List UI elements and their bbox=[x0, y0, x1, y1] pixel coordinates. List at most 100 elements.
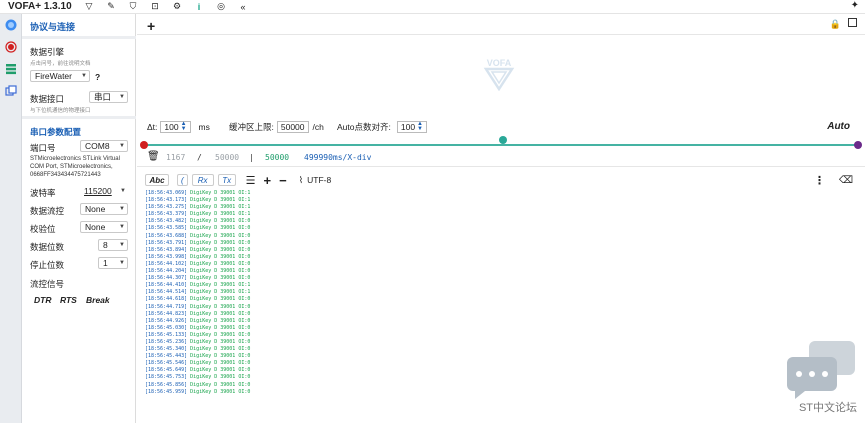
plot-area[interactable]: + 🔒 VOFA Δt: 100 ▲ ▼ ms 缓冲区上限: 50000 /ch A… bbox=[137, 14, 865, 134]
log-timestamp: [18:56:43.894] bbox=[145, 246, 188, 253]
log-line: [18:56:45.030] DigiKey D 39001 OI:0 bbox=[145, 325, 445, 332]
info-icon[interactable]: i bbox=[188, 0, 210, 14]
flow-select[interactable]: None ▼ bbox=[80, 203, 128, 215]
log-timestamp: [18:56:44.102] bbox=[145, 260, 188, 267]
log-line: [18:56:43.585] DigiKey D 39001 OI:0 bbox=[145, 225, 445, 232]
forum-watermark: ST中文论坛 bbox=[798, 402, 857, 414]
more-options-icon[interactable]: ⋮ bbox=[814, 174, 825, 187]
rx-button[interactable]: Rx bbox=[191, 174, 214, 186]
log-timestamp: [18:56:44.514] bbox=[145, 289, 188, 296]
lock-icon[interactable]: 🔒 bbox=[830, 19, 841, 30]
auto-align-input[interactable]: 100 ▲ ▼ bbox=[396, 121, 427, 133]
app-title: VOFA+ 1.3.10 bbox=[8, 1, 72, 12]
databits-select[interactable]: 8 ▼ bbox=[98, 239, 128, 251]
chevron-down-icon: ▼ bbox=[81, 73, 87, 79]
log-message: DigiKey D 39001 OI:0 bbox=[187, 253, 251, 260]
interface-select[interactable]: 串口 ▼ bbox=[89, 91, 128, 103]
baud-label: 波特率 bbox=[30, 188, 56, 198]
stat-xdiv: 499990ms/X-div bbox=[304, 153, 372, 162]
collapse-icon[interactable]: « bbox=[232, 0, 254, 14]
format-icon[interactable]: ☰ bbox=[246, 174, 256, 187]
log-line: [18:56:43.173] DigiKey D 39001 OI:1 bbox=[145, 197, 445, 204]
log-message: DigiKey D 39001 OI:0 bbox=[187, 388, 251, 395]
spinner-icon[interactable]: ▲ ▼ bbox=[417, 121, 423, 132]
log-line: [18:56:45.236] DigiKey D 39001 OI:0 bbox=[145, 339, 445, 346]
log-timestamp: [18:56:43.379] bbox=[145, 211, 188, 218]
waveform-icon[interactable]: ⌇ bbox=[299, 175, 303, 186]
port-select[interactable]: COM8 ▼ bbox=[80, 140, 128, 152]
stopbits-value: 1 bbox=[103, 258, 108, 268]
dtr-toggle[interactable]: DTR bbox=[34, 295, 51, 305]
shirt-icon[interactable]: ⛉ bbox=[122, 0, 144, 14]
buffer-control: 缓冲区上限: 50000 /ch bbox=[229, 121, 324, 133]
log-message: DigiKey D 39001 OI:0 bbox=[187, 331, 251, 338]
databits-label: 数据位数 bbox=[30, 242, 65, 252]
help-button[interactable]: ? bbox=[95, 72, 100, 82]
log-timestamp: [18:56:44.618] bbox=[145, 296, 188, 303]
maximize-icon[interactable] bbox=[848, 18, 857, 27]
slider-left-handle[interactable] bbox=[140, 141, 148, 149]
log-line: [18:56:43.069] DigiKey D 39001 OI:1 bbox=[145, 190, 445, 197]
fingerprint-icon[interactable]: ◎ bbox=[210, 0, 232, 14]
log-message: DigiKey D 39001 OI:1 bbox=[187, 197, 251, 204]
baud-value: 115200 bbox=[84, 186, 112, 196]
parity-label: 校验位 bbox=[30, 224, 56, 234]
log-line: [18:56:43.688] DigiKey D 39001 OI:0 bbox=[145, 233, 445, 240]
receive-log[interactable]: [18:56:43.069] DigiKey D 39001 OI:1 [18:5… bbox=[145, 190, 445, 402]
buffer-input[interactable]: 50000 bbox=[276, 121, 309, 133]
engine-value: FireWater bbox=[35, 71, 72, 81]
serial-section-title: 串口参数配置 bbox=[30, 127, 82, 137]
eraser-icon[interactable]: ⌫ bbox=[839, 175, 853, 186]
plugin-icon[interactable]: ⚙ bbox=[166, 0, 188, 14]
tx-button[interactable]: Tx bbox=[217, 174, 236, 186]
range-slider[interactable] bbox=[140, 136, 862, 149]
list-icon[interactable] bbox=[0, 58, 22, 80]
log-timestamp: [18:56:44.719] bbox=[145, 303, 188, 310]
port-description: STMicroelectronics STLink Virtual COM Po… bbox=[30, 156, 120, 178]
slider-center-handle[interactable] bbox=[499, 136, 507, 144]
databits-value: 8 bbox=[103, 240, 108, 250]
log-line: [18:56:43.379] DigiKey D 39001 OI:1 bbox=[145, 211, 445, 218]
log-message: DigiKey D 39001 OI:1 bbox=[187, 204, 251, 211]
baud-select[interactable]: 115200 ▼ bbox=[80, 185, 128, 197]
timestamp-icon[interactable]: ( bbox=[177, 174, 188, 186]
connection-icon[interactable] bbox=[0, 14, 22, 36]
chat-bubble-watermark-icon bbox=[787, 341, 855, 399]
log-timestamp: [18:56:43.998] bbox=[145, 253, 188, 260]
log-message: DigiKey D 39001 OI:0 bbox=[187, 275, 251, 282]
auto-button[interactable]: Auto bbox=[827, 121, 850, 132]
windows-icon[interactable] bbox=[0, 80, 22, 102]
parity-select[interactable]: None ▼ bbox=[80, 221, 128, 233]
log-message: DigiKey D 39001 OI:0 bbox=[187, 239, 251, 246]
spinner-icon[interactable]: ▲ ▼ bbox=[181, 121, 187, 132]
delta-t-input[interactable]: 100 ▲ ▼ bbox=[160, 121, 191, 133]
log-timestamp: [18:56:45.340] bbox=[145, 346, 188, 353]
break-toggle[interactable]: Break bbox=[86, 295, 110, 305]
chevron-down-icon: ▼ bbox=[119, 94, 125, 100]
add-tab-button[interactable]: + bbox=[147, 18, 155, 34]
left-icon-bar bbox=[0, 14, 22, 423]
record-icon[interactable] bbox=[0, 36, 22, 58]
slider-right-handle[interactable] bbox=[854, 141, 862, 149]
delta-t-label: Δt: bbox=[147, 122, 158, 132]
auto-align-control: Auto点数对齐: 100 ▲ ▼ bbox=[337, 121, 427, 133]
log-message: DigiKey D 39001 OI:0 bbox=[187, 353, 251, 360]
rts-toggle[interactable]: RTS bbox=[60, 295, 77, 305]
delta-t-control: Δt: 100 ▲ ▼ ms bbox=[147, 121, 210, 133]
log-line: [18:56:44.926] DigiKey D 39001 OI:0 bbox=[145, 318, 445, 325]
pin-icon[interactable]: ✦ bbox=[851, 0, 859, 11]
text-mode-button[interactable]: Abc bbox=[145, 174, 169, 186]
screenshot-icon[interactable]: ⊡ bbox=[144, 0, 166, 14]
encoding-select[interactable]: UTF-8 bbox=[307, 175, 331, 185]
log-timestamp: [18:56:45.753] bbox=[145, 374, 188, 381]
vofa-logo-icon[interactable]: ▽ bbox=[78, 0, 100, 14]
log-line: [18:56:44.204] DigiKey D 39001 OI:0 bbox=[145, 268, 445, 275]
log-message: DigiKey D 39001 OI:1 bbox=[187, 211, 251, 218]
font-increase-button[interactable]: + bbox=[264, 173, 272, 188]
trash-icon[interactable]: 🗑 bbox=[147, 151, 160, 162]
engine-select[interactable]: FireWater ▼ bbox=[30, 70, 90, 82]
wrench-icon[interactable]: ✎ bbox=[100, 0, 122, 14]
tab-divider bbox=[137, 34, 865, 35]
stopbits-select[interactable]: 1 ▼ bbox=[98, 257, 128, 269]
font-decrease-button[interactable]: − bbox=[279, 173, 287, 188]
